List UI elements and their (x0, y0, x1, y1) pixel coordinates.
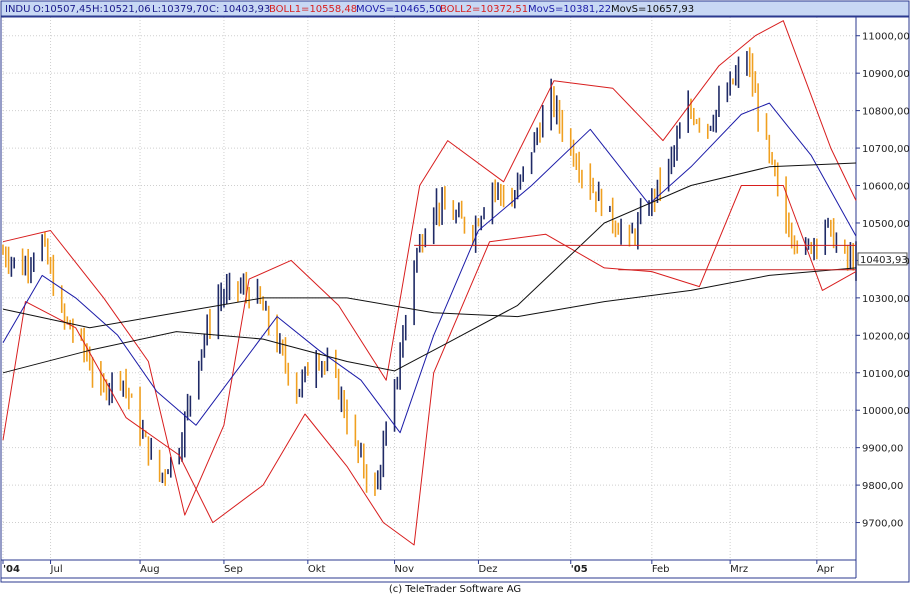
y-tick-label: 10100,00 (862, 369, 910, 380)
legend-movs2: MovS=10381,22 (528, 4, 611, 15)
y-tick-label: 9700,00 (862, 519, 903, 530)
outer-frame (0, 16, 910, 583)
x-tick-label: Dez (478, 564, 497, 575)
legend-symbol: INDU (5, 4, 30, 15)
y-tick-label: 10200,00 (862, 331, 910, 342)
legend-high: H:10521,06 (92, 4, 151, 15)
y-tick-label: 9900,00 (862, 444, 903, 455)
y-tick-label: 10500,00 (862, 219, 910, 230)
y-tick-label: 11000,00 (862, 32, 910, 43)
legend-boll2: BOLL2=10372,51 (440, 4, 528, 15)
legend-movs3: MovS=10657,93 (611, 4, 694, 15)
x-tick-label: Apr (817, 564, 835, 575)
x-tick-label: '05 (571, 564, 588, 575)
series-line-movs (2, 162, 857, 374)
y-tick-label: 10900,00 (862, 69, 910, 80)
y-axis: 9700,00 9800,00 9900,00 10000,00 10100,00 102… (856, 32, 910, 530)
legend-boll1: BOLL1=10558,48 (269, 4, 357, 15)
chart: INDU O:10507,45 H:10521,06 L:10379,70 C:… (0, 0, 910, 583)
x-tick-label: Feb (652, 564, 670, 575)
legend-movs1: MOVS=10465,50 (356, 4, 442, 15)
series-line-movs (2, 102, 857, 434)
x-tick-label: Jul (50, 564, 63, 575)
y-tick-label: 10800,00 (862, 107, 910, 118)
x-tick-label: Okt (308, 564, 326, 575)
y-tick-label: 10000,00 (862, 406, 910, 417)
x-tick-label: Nov (395, 564, 415, 575)
y-tick-label: 10700,00 (862, 144, 910, 155)
legend-close: C: 10403,93 (209, 4, 270, 15)
last-price-label: 10403,93 (860, 255, 908, 266)
svg-text:INDU O:10507,45 H:1052: INDU O:10507,45 H:10521,06 L:10379,70 C:… (5, 4, 694, 15)
y-tick-label: 10300,00 (862, 294, 910, 305)
x-tick-label: Aug (140, 564, 160, 575)
price-bars (2, 47, 857, 496)
series-line-boll2 (2, 185, 857, 546)
copyright: (c) TeleTrader Software AG (388, 584, 522, 595)
last-price-marker: 10403,93 (857, 252, 908, 266)
x-tick-label: Mrz (730, 564, 748, 575)
y-tick-label: 10600,00 (862, 182, 910, 193)
legend-low: L:10379,70 (152, 4, 209, 15)
x-axis: '04 Jul Aug Sep Okt Nov Dez '05 Feb Mrz Apr (2, 560, 835, 575)
legend-open: O:10507,45 (33, 4, 92, 15)
x-tick-label: Sep (224, 564, 243, 575)
plot-frame (0, 16, 910, 583)
support-lines (414, 244, 856, 271)
x-tick-label: '04 (3, 564, 20, 575)
y-tick-label: 9800,00 (862, 481, 903, 492)
